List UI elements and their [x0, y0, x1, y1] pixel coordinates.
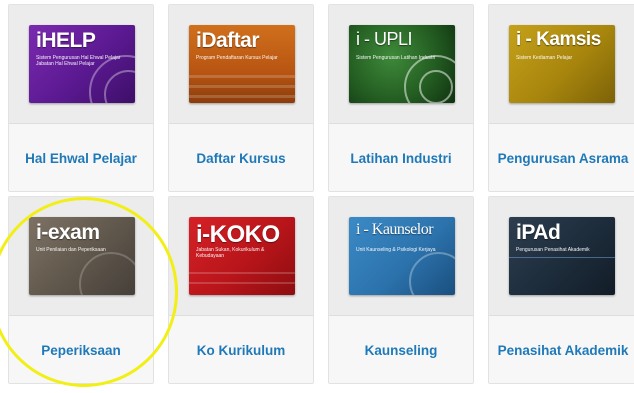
thumbnail-title: i-exam: [36, 221, 100, 244]
tile-image-area: i-KOKO Jabatan Sukan, Kokurikulum & Kebu…: [169, 197, 313, 316]
decoration: [419, 70, 453, 103]
thumbnail-subtitle: Program Pendaftaran Kursus Pelajar: [196, 55, 278, 61]
thumbnail-subtitle: Unit Kaunseling & Psikologi Kerjaya: [356, 247, 436, 253]
ikamsis-thumbnail[interactable]: i - Kamsis Sistem Kediaman Pelajar: [509, 25, 615, 103]
tile-label[interactable]: Latihan Industri: [329, 123, 473, 191]
tile-label[interactable]: Hal Ehwal Pelajar: [9, 123, 153, 191]
decoration: [189, 85, 295, 88]
thumbnail-subtitle: Jabatan Sukan, Kokurikulum & Kebudayaan: [196, 247, 265, 259]
tile-image-area: i-exam Unit Penilaian dan Peperiksaan: [9, 197, 153, 316]
ihelp-thumbnail[interactable]: iHELP Sistem Pengurusan Hal Ehwal Pelaja…: [29, 25, 135, 103]
ikoko-thumbnail[interactable]: i-KOKO Jabatan Sukan, Kokurikulum & Kebu…: [189, 217, 295, 295]
tile-hal-ehwal-pelajar[interactable]: iHELP Sistem Pengurusan Hal Ehwal Pelaja…: [8, 4, 154, 192]
iupli-thumbnail[interactable]: i - UPLI Sistem Pengurusan Latihan Indus…: [349, 25, 455, 103]
applications-grid: iHELP Sistem Pengurusan Hal Ehwal Pelaja…: [0, 0, 634, 393]
tile-label[interactable]: Pengurusan Asrama: [489, 123, 634, 191]
decoration: [79, 252, 135, 295]
tile-image-area: iPAd Pengurusan Penasihat Akademik: [489, 197, 634, 316]
tile-latihan-industri[interactable]: i - UPLI Sistem Pengurusan Latihan Indus…: [328, 4, 474, 192]
thumbnail-subtitle: Sistem Pengurusan Hal Ehwal Pelajar Jaba…: [36, 55, 121, 67]
thumbnail-subtitle: Unit Penilaian dan Peperiksaan: [36, 247, 106, 253]
thumbnail-title: i - Kamsis: [516, 29, 601, 50]
tile-label[interactable]: Daftar Kursus: [169, 123, 313, 191]
idaftar-thumbnail[interactable]: iDaftar Program Pendaftaran Kursus Pelaj…: [189, 25, 295, 103]
tile-label[interactable]: Peperiksaan: [9, 315, 153, 383]
thumbnail-title: iHELP: [36, 29, 96, 52]
tile-label[interactable]: Ko Kurikulum: [169, 315, 313, 383]
thumbnail-title: iDaftar: [196, 29, 260, 52]
decoration: [189, 75, 295, 78]
tile-label[interactable]: Kaunseling: [329, 315, 473, 383]
iexam-thumbnail[interactable]: i-exam Unit Penilaian dan Peperiksaan: [29, 217, 135, 295]
decoration: [189, 282, 295, 284]
tile-label[interactable]: Penasihat Akademik: [489, 315, 634, 383]
tile-kaunseling[interactable]: i - Kaunselor Unit Kaunseling & Psikolog…: [328, 196, 474, 384]
tile-daftar-kursus[interactable]: iDaftar Program Pendaftaran Kursus Pelaj…: [168, 4, 314, 192]
decoration: [409, 252, 455, 295]
tile-ko-kurikulum[interactable]: i-KOKO Jabatan Sukan, Kokurikulum & Kebu…: [168, 196, 314, 384]
decoration: [189, 95, 295, 98]
thumbnail-title: i - Kaunselor: [356, 221, 434, 238]
tile-penasihat-akademik[interactable]: iPAd Pengurusan Penasihat Akademik Penas…: [488, 196, 634, 384]
thumbnail-subtitle: Pengurusan Penasihat Akademik: [516, 247, 590, 253]
tile-image-area: iHELP Sistem Pengurusan Hal Ehwal Pelaja…: [9, 5, 153, 124]
tile-image-area: iDaftar Program Pendaftaran Kursus Pelaj…: [169, 5, 313, 124]
decoration: [509, 257, 615, 258]
thumbnail-subtitle: Sistem Kediaman Pelajar: [516, 55, 573, 61]
ikaunselor-thumbnail[interactable]: i - Kaunselor Unit Kaunseling & Psikolog…: [349, 217, 455, 295]
tile-peperiksaan[interactable]: i-exam Unit Penilaian dan Peperiksaan Pe…: [8, 196, 154, 384]
thumbnail-title: iPAd: [516, 221, 561, 244]
decoration: [189, 272, 295, 274]
thumbnail-title: i - UPLI: [356, 29, 413, 49]
tile-pengurusan-asrama[interactable]: i - Kamsis Sistem Kediaman Pelajar Pengu…: [488, 4, 634, 192]
ipad-thumbnail[interactable]: iPAd Pengurusan Penasihat Akademik: [509, 217, 615, 295]
thumbnail-subtitle: Sistem Pengurusan Latihan Industri: [356, 55, 436, 61]
thumbnail-title: i-KOKO: [196, 221, 280, 248]
tile-image-area: i - Kaunselor Unit Kaunseling & Psikolog…: [329, 197, 473, 316]
tile-image-area: i - UPLI Sistem Pengurusan Latihan Indus…: [329, 5, 473, 124]
tile-image-area: i - Kamsis Sistem Kediaman Pelajar: [489, 5, 634, 124]
